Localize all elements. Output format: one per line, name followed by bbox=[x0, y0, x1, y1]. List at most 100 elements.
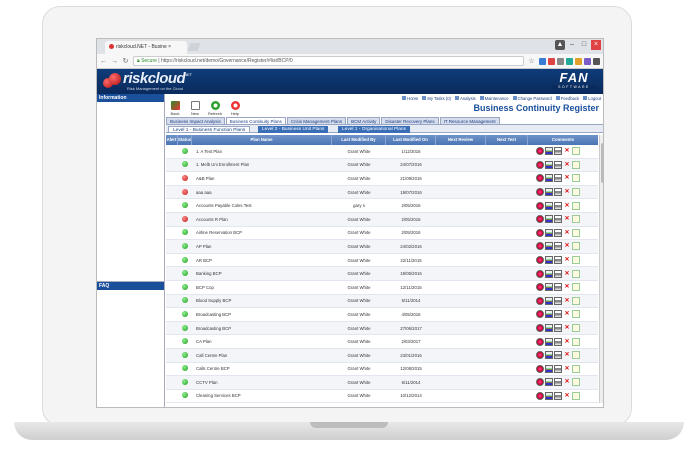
notes-icon[interactable] bbox=[572, 269, 580, 278]
table-row[interactable]: Airline Reservation BCP Grant White 2/05/2… bbox=[166, 227, 598, 241]
scrollbar-thumb[interactable] bbox=[601, 143, 603, 183]
delete-icon[interactable]: ✕ bbox=[563, 161, 571, 169]
view-globe-icon[interactable] bbox=[536, 351, 544, 360]
plan-name-cell[interactable]: Accounts Payable Coles Test bbox=[192, 203, 332, 208]
notes-icon[interactable] bbox=[572, 174, 580, 183]
link-change-password[interactable]: Change Password bbox=[512, 96, 552, 101]
print-icon[interactable] bbox=[554, 147, 562, 156]
table-row[interactable]: 1. Melb Uni Enrollment Plan Grant White 24… bbox=[166, 158, 598, 173]
report-chart-icon[interactable] bbox=[545, 337, 553, 346]
report-chart-icon[interactable] bbox=[545, 242, 553, 251]
plan-name-cell[interactable]: Calls Centre BCP bbox=[192, 366, 332, 371]
column-comments[interactable]: Comments bbox=[528, 135, 598, 145]
notes-icon[interactable] bbox=[572, 188, 580, 197]
view-globe-icon[interactable] bbox=[536, 337, 544, 346]
plan-name-cell[interactable]: AR BCP bbox=[192, 258, 332, 263]
print-icon[interactable] bbox=[554, 296, 562, 305]
bookmark-star-icon[interactable]: ☆ bbox=[528, 57, 535, 65]
report-chart-icon[interactable] bbox=[545, 215, 553, 224]
report-chart-icon[interactable] bbox=[545, 201, 553, 210]
table-row[interactable]: Broadcasting BCP Grant White 4/05/2016 ✕ bbox=[166, 308, 598, 322]
view-globe-icon[interactable] bbox=[536, 364, 544, 373]
delete-icon[interactable]: ✕ bbox=[563, 270, 571, 278]
link-my-tasks[interactable]: My Tasks (0) bbox=[422, 96, 451, 101]
delete-icon[interactable]: ✕ bbox=[563, 174, 571, 182]
notes-icon[interactable] bbox=[572, 242, 580, 251]
column-alert[interactable]: Alert bbox=[166, 135, 178, 145]
reload-icon[interactable]: ↻ bbox=[122, 57, 129, 65]
table-row[interactable]: CA Plan Grant White 2/03/2017 ✕ bbox=[166, 335, 598, 349]
print-icon[interactable] bbox=[554, 174, 562, 183]
browser-tab[interactable]: riskcloud.NET - Busine × bbox=[105, 41, 187, 54]
column-next-test[interactable]: Next Test bbox=[486, 135, 528, 145]
notes-icon[interactable] bbox=[572, 147, 580, 156]
report-chart-icon[interactable] bbox=[545, 296, 553, 305]
column-plan-name[interactable]: Plan Name bbox=[192, 135, 332, 145]
table-row[interactable]: Call Centre Plan Grant White 23/01/2016 ✕ bbox=[166, 348, 598, 363]
plan-name-cell[interactable]: AP Plan bbox=[192, 244, 332, 249]
view-globe-icon[interactable] bbox=[536, 242, 544, 251]
column-next-review[interactable]: Next Review bbox=[436, 135, 486, 145]
report-chart-icon[interactable] bbox=[545, 283, 553, 292]
column-last-modified-on[interactable]: Last Modified On bbox=[386, 135, 436, 145]
delete-icon[interactable]: ✕ bbox=[563, 365, 571, 373]
table-row[interactable]: Calls Centre BCP Grant White 12/08/2015 ✕ bbox=[166, 363, 598, 377]
extension-icon[interactable] bbox=[539, 57, 546, 65]
plan-name-cell[interactable]: CCTV Plan bbox=[192, 380, 332, 385]
report-chart-icon[interactable] bbox=[545, 160, 553, 169]
view-globe-icon[interactable] bbox=[536, 215, 544, 224]
plan-name-cell[interactable]: Call Centre Plan bbox=[192, 353, 332, 358]
forward-arrow-icon[interactable]: → bbox=[111, 58, 118, 65]
plan-name-cell[interactable]: 1. Melb Uni Enrollment Plan bbox=[192, 162, 332, 167]
notes-icon[interactable] bbox=[572, 256, 580, 265]
delete-icon[interactable]: ✕ bbox=[563, 215, 571, 223]
column-last-modified-by[interactable]: Last Modified By bbox=[332, 135, 386, 145]
refresh-button[interactable]: Refresh bbox=[208, 101, 222, 116]
tab-level2-business-unit[interactable]: Level 2 - Business Unit Plans bbox=[258, 126, 329, 133]
view-globe-icon[interactable] bbox=[536, 256, 544, 265]
new-button[interactable]: New bbox=[188, 101, 202, 116]
table-row[interactable]: Blood Supply BCP Grant White 5/11/2014 ✕ bbox=[166, 294, 598, 309]
link-logout[interactable]: Logout bbox=[583, 96, 601, 101]
delete-icon[interactable]: ✕ bbox=[563, 338, 571, 346]
report-chart-icon[interactable] bbox=[545, 324, 553, 333]
back-button[interactable]: Back bbox=[168, 101, 182, 116]
delete-icon[interactable]: ✕ bbox=[563, 297, 571, 305]
back-arrow-icon[interactable]: ← bbox=[100, 58, 107, 65]
notes-icon[interactable] bbox=[572, 201, 580, 210]
delete-icon[interactable]: ✕ bbox=[563, 324, 571, 332]
table-row[interactable]: Broadcasting BCP Grant White 27/06/2017 ✕ bbox=[166, 321, 598, 336]
url-field[interactable]: 🔒︎ Secure | https://riskcloud.net/demo/G… bbox=[133, 56, 524, 66]
delete-icon[interactable]: ✕ bbox=[563, 392, 571, 400]
notes-icon[interactable] bbox=[572, 351, 580, 360]
table-row[interactable]: AR BCP Grant White 22/11/2015 ✕ bbox=[166, 254, 598, 268]
link-feedback[interactable]: Feedback bbox=[555, 96, 579, 101]
notes-icon[interactable] bbox=[572, 283, 580, 292]
table-row[interactable]: A&B Plan Grant White 21/09/2016 ✕ bbox=[166, 172, 598, 186]
report-chart-icon[interactable] bbox=[545, 391, 553, 400]
view-globe-icon[interactable] bbox=[536, 188, 544, 197]
report-chart-icon[interactable] bbox=[545, 147, 553, 156]
report-chart-icon[interactable] bbox=[545, 228, 553, 237]
notes-icon[interactable] bbox=[572, 160, 580, 169]
table-row[interactable]: aaa aaa Grant White 19/07/2016 ✕ bbox=[166, 185, 598, 200]
report-chart-icon[interactable] bbox=[545, 364, 553, 373]
notes-icon[interactable] bbox=[572, 296, 580, 305]
table-row[interactable]: AP Plan Grant White 24/02/2016 ✕ bbox=[166, 240, 598, 254]
notes-icon[interactable] bbox=[572, 391, 580, 400]
close-window-button[interactable]: × bbox=[591, 40, 601, 50]
menu-icon[interactable] bbox=[593, 57, 600, 65]
table-row[interactable]: Accounts R Plan Grant White 2/05/2016 ✕ bbox=[166, 212, 598, 227]
maximize-button[interactable]: □ bbox=[579, 40, 589, 50]
delete-icon[interactable]: ✕ bbox=[563, 242, 571, 250]
notes-icon[interactable] bbox=[572, 337, 580, 346]
view-globe-icon[interactable] bbox=[536, 228, 544, 237]
print-icon[interactable] bbox=[554, 283, 562, 292]
notes-icon[interactable] bbox=[572, 228, 580, 237]
view-globe-icon[interactable] bbox=[536, 269, 544, 278]
notes-icon[interactable] bbox=[572, 324, 580, 333]
view-globe-icon[interactable] bbox=[536, 201, 544, 210]
table-row[interactable]: Cleaning Services BCP Grant White 10/12/20… bbox=[166, 390, 598, 404]
view-globe-icon[interactable] bbox=[536, 296, 544, 305]
extension-icon[interactable] bbox=[566, 57, 573, 65]
